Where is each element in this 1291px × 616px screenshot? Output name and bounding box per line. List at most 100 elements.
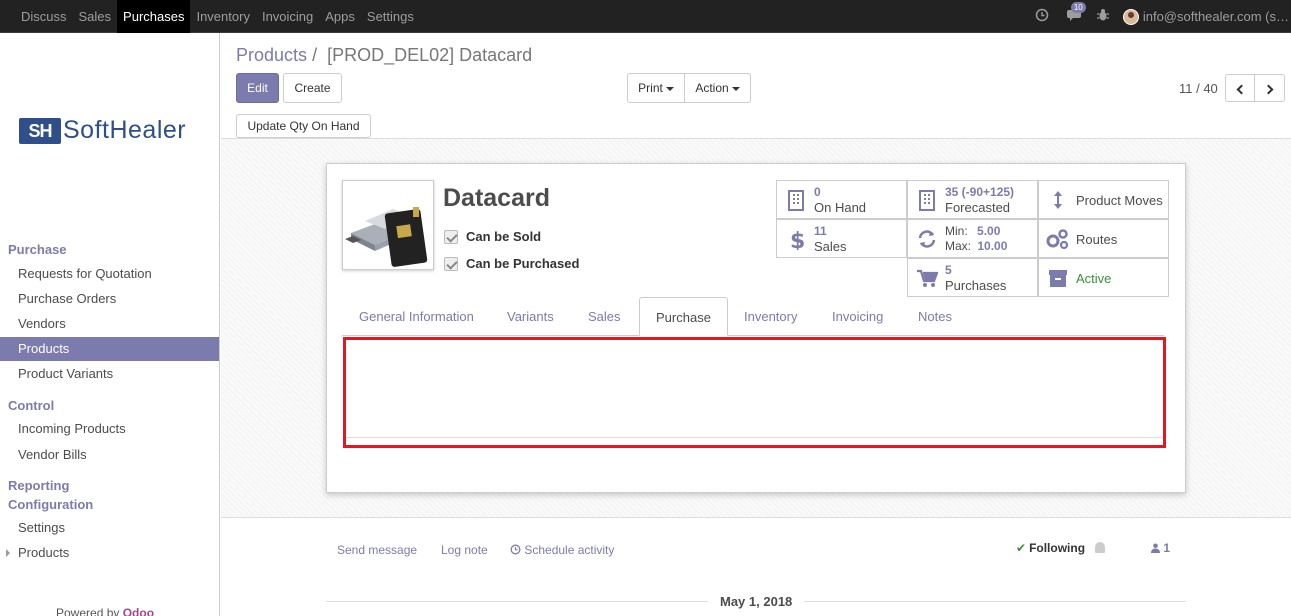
can-be-purchased-label: Can be Purchased [466, 256, 580, 271]
on-hand-label: On Hand [814, 200, 867, 215]
routes-label: Routes [1076, 232, 1118, 247]
cogs-icon [1046, 229, 1069, 250]
print-label: Print [638, 81, 663, 95]
tab-sales[interactable]: Sales [572, 297, 637, 336]
message-count-badge: 10 [1070, 2, 1086, 13]
schedule-activity-label: Schedule activity [524, 543, 615, 557]
menu-discuss[interactable]: Discuss [15, 0, 73, 33]
highlight-box [343, 337, 1166, 448]
logo-mark: SH [19, 117, 61, 144]
messages-icon[interactable]: 10 [1066, 2, 1087, 25]
sidebar-item-purchase-orders[interactable]: Purchase Orders [0, 287, 219, 311]
breadcrumb: Products / [PROD_DEL02] Datacard [236, 45, 532, 66]
send-message-link[interactable]: Send message [337, 543, 417, 557]
sidebar-section-configuration: Configuration [8, 497, 94, 512]
user-menu[interactable]: info@softhealer.com (s… [1122, 8, 1289, 25]
caret-right-icon [6, 549, 10, 557]
sidebar-item-vendor-bills[interactable]: Vendor Bills [0, 443, 219, 467]
tab-notes[interactable]: Notes [902, 297, 968, 336]
menu-sales[interactable]: Sales [73, 0, 118, 33]
can-be-sold-checkbox[interactable]: Can be Sold [444, 229, 541, 244]
tab-purchase[interactable]: Purchase [639, 297, 728, 336]
product-image[interactable] [342, 180, 434, 270]
chevron-left-icon [1236, 84, 1247, 95]
sidebar-item-config-products[interactable]: Products [0, 541, 219, 565]
checkbox-checked-icon [444, 229, 458, 244]
smart-button-on-hand[interactable]: 0 On Hand [776, 180, 907, 219]
datacard-image [345, 207, 428, 267]
reorder-max-label: Max: [945, 239, 972, 253]
powered-by-text: Powered by [56, 606, 120, 616]
tab-general-information[interactable]: General Information [343, 297, 490, 336]
sidebar-item-settings[interactable]: Settings [0, 516, 219, 540]
menu-purchases[interactable]: Purchases [117, 0, 191, 33]
update-qty-button[interactable]: Update Qty On Hand [236, 114, 371, 138]
active-label: Active [1076, 271, 1112, 286]
edit-button[interactable]: Edit [236, 73, 279, 103]
smart-button-forecasted[interactable]: 35 (-90+125) Forecasted [907, 180, 1038, 219]
powered-by-brand[interactable]: Odoo [123, 606, 154, 616]
action-dropdown[interactable]: Action [684, 73, 751, 103]
archive-icon [1049, 270, 1067, 287]
smart-button-routes[interactable]: Routes [1038, 219, 1169, 258]
action-label: Action [695, 81, 729, 95]
menu-invoicing[interactable]: Invoicing [256, 0, 319, 33]
can-be-sold-label: Can be Sold [466, 229, 542, 244]
smart-button-purchases[interactable]: 5 Purchases [907, 258, 1038, 297]
svg-text:$: $ [790, 229, 805, 250]
user-icon [1151, 543, 1160, 553]
avatar [1122, 8, 1139, 25]
can-be-purchased-checkbox[interactable]: Can be Purchased [444, 256, 579, 271]
sidebar-section-control: Control [8, 398, 55, 413]
app-menu: Discuss Sales Purchases Inventory Invoic… [15, 0, 420, 33]
sales-label: Sales [814, 239, 847, 254]
chevron-right-icon [1263, 84, 1273, 95]
dollar-icon: $ [790, 229, 805, 250]
reorder-max-row: Max: 10.00 [945, 239, 1007, 253]
pager-value[interactable]: 11 / 40 [1179, 81, 1218, 96]
caret-down-icon [665, 86, 674, 91]
reorder-min-label: Min: [945, 224, 968, 238]
sidebar-item-vendors[interactable]: Vendors [0, 312, 219, 336]
powered-by: Powered by Odoo [56, 606, 154, 616]
company-logo: SH SoftHealer [19, 116, 186, 145]
schedule-activity-link[interactable]: Schedule activity [510, 543, 614, 557]
product-moves-label: Product Moves [1076, 193, 1163, 208]
menu-apps[interactable]: Apps [319, 0, 361, 33]
smart-button-active[interactable]: Active [1038, 258, 1169, 297]
tab-inventory[interactable]: Inventory [728, 297, 813, 336]
sidebar-item-incoming-products[interactable]: Incoming Products [0, 417, 219, 441]
tab-variants[interactable]: Variants [491, 297, 570, 336]
sidebar-item-product-variants[interactable]: Product Variants [0, 362, 219, 386]
shopping-cart-icon [917, 269, 938, 287]
sidebar-section-reporting[interactable]: Reporting [8, 478, 69, 493]
date-separator-label: May 1, 2018 [708, 594, 805, 609]
forecasted-label: Forecasted [945, 200, 1011, 215]
refresh-icon [918, 230, 936, 248]
reorder-min-value: 5.00 [977, 224, 1001, 238]
check-icon: ✔ [1016, 541, 1027, 555]
print-dropdown[interactable]: Print [627, 73, 685, 103]
top-navbar: Discuss Sales Purchases Inventory Invoic… [0, 0, 1291, 33]
sidebar-item-rfq[interactable]: Requests for Quotation [0, 262, 219, 286]
breadcrumb-current: [PROD_DEL02] Datacard [327, 45, 533, 65]
pager-next-button[interactable] [1254, 74, 1285, 102]
smart-button-reordering[interactable]: Min: 5.00 Max: 10.00 [907, 219, 1038, 258]
sidebar-item-products[interactable]: Products [0, 337, 219, 361]
bell-icon[interactable] [1095, 542, 1105, 553]
reorder-max-value: 10.00 [977, 239, 1008, 253]
smart-button-product-moves[interactable]: Product Moves [1038, 180, 1169, 219]
smart-button-sales[interactable]: $ 11 Sales [776, 219, 907, 258]
breadcrumb-parent[interactable]: Products [236, 45, 307, 65]
followers-button[interactable]: 1 [1151, 541, 1170, 555]
clock-icon[interactable] [1035, 8, 1049, 25]
menu-inventory[interactable]: Inventory [190, 0, 255, 33]
log-note-link[interactable]: Log note [441, 543, 488, 557]
tab-invoicing[interactable]: Invoicing [816, 297, 899, 336]
bug-icon[interactable] [1096, 8, 1109, 25]
forecasted-value: 35 (-90+125) [945, 185, 1015, 199]
pager-previous-button[interactable] [1225, 74, 1255, 102]
create-button[interactable]: Create [283, 73, 342, 103]
menu-settings[interactable]: Settings [361, 0, 420, 33]
following-button[interactable]: ✔ Following [1016, 541, 1085, 555]
